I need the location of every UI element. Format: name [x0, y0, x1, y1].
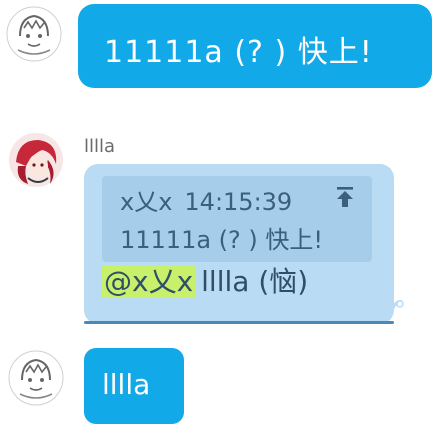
chat-window: 11111a (? ) 快上! lllla x乂x 14:15:39 11111…	[0, 0, 439, 436]
self-avatar[interactable]	[6, 6, 62, 62]
arrow-to-top-icon[interactable]	[332, 184, 358, 210]
reply-text: lllla (恼)	[201, 265, 309, 298]
quoted-message[interactable]: x乂x 14:15:39 11111a (? ) 快上!	[102, 176, 372, 262]
sender-avatar[interactable]	[8, 132, 64, 188]
quote-author: x乂x	[120, 188, 173, 216]
self-avatar-2[interactable]	[8, 350, 64, 406]
sender-name: lllla	[84, 136, 116, 157]
bubble-tail-icon	[380, 298, 404, 318]
message-text-2: lllla	[102, 368, 151, 401]
quote-header: x乂x 14:15:39	[120, 182, 292, 217]
quote-text: 11111a (? ) 快上!	[120, 226, 324, 254]
message-bubble-self-1[interactable]: 11111a (? ) 快上!	[78, 4, 432, 88]
mention-tag[interactable]: @x乂x	[102, 265, 196, 298]
message-text: 11111a (? ) 快上!	[104, 35, 373, 70]
bubble-underline	[84, 321, 394, 324]
reply-message-bubble[interactable]: x乂x 14:15:39 11111a (? ) 快上! @x乂x lllla (恼…	[84, 164, 394, 324]
quote-time: 14:15:39	[184, 188, 293, 216]
reply-text-line: @x乂x lllla (恼)	[102, 260, 308, 300]
message-bubble-self-2[interactable]: lllla	[84, 348, 184, 424]
